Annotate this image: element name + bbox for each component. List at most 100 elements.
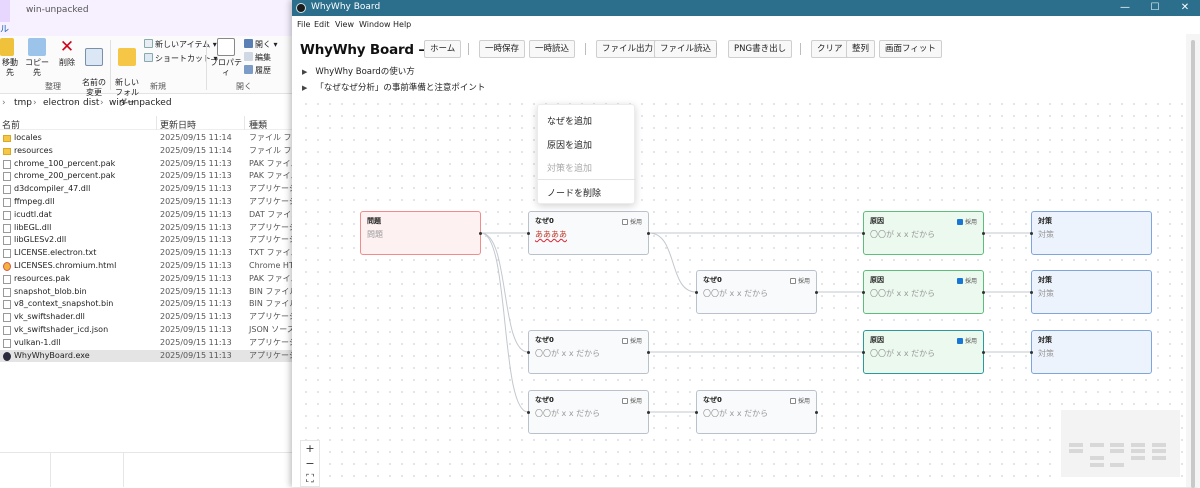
connection-handle[interactable] <box>695 411 698 414</box>
menu-edit[interactable]: Edit <box>314 20 330 29</box>
node-text[interactable]: 〇〇が x x だから <box>870 288 935 299</box>
fit-view-button[interactable]: ⛶ <box>301 471 319 486</box>
node-cause-3[interactable]: 原因 採用 〇〇が x x だから <box>862 330 985 374</box>
connection-handle[interactable] <box>647 351 650 354</box>
node-text[interactable]: 〇〇が x x だから <box>535 408 600 419</box>
connection-handle[interactable] <box>982 351 985 354</box>
file-row[interactable]: vulkan-1.dll2025/09/15 11:13アプリケーション拡張 <box>0 337 300 350</box>
file-row[interactable]: LICENSES.chromium.html 2025/09/15 11:13 Ch… <box>0 260 300 273</box>
connection-handle[interactable] <box>527 351 530 354</box>
breadcrumb-item[interactable]: dist <box>83 98 99 108</box>
help-section-usage[interactable]: ▶ WhyWhy Boardの使い方 <box>302 65 415 77</box>
connection-handle[interactable] <box>647 232 650 235</box>
delete-button[interactable]: ✕ 削除 <box>56 38 78 68</box>
file-row[interactable]: icudtl.dat 2025/09/15 11:13 DAT ファイル <box>0 209 300 222</box>
node-text[interactable]: 問題 <box>367 229 383 240</box>
ribbon-tab-fragment[interactable]: ル <box>0 22 9 35</box>
address-bar[interactable]: › tmp › electron › dist › win-unpacked <box>0 96 300 112</box>
properties-button[interactable]: プロパティ <box>210 38 242 78</box>
column-divider[interactable] <box>156 116 157 130</box>
connection-handle[interactable] <box>862 351 865 354</box>
node-counter-2[interactable]: 対策 対策 <box>1030 270 1152 314</box>
node-cause-2[interactable]: 原因 採用 〇〇が x x だから <box>862 270 985 314</box>
vertical-scrollbar[interactable] <box>1186 34 1200 488</box>
close-button[interactable]: ✕ <box>1170 0 1200 16</box>
zoom-in-button[interactable]: + <box>301 441 319 456</box>
connection-handle[interactable] <box>982 232 985 235</box>
node-counter-3[interactable]: 対策 対策 <box>1030 330 1152 374</box>
connection-handle[interactable] <box>1030 351 1033 354</box>
adopt-checkbox[interactable]: 採用 <box>621 336 642 345</box>
file-row[interactable]: chrome_200_percent.pak 2025/09/15 11:13 PA… <box>0 170 300 183</box>
column-header-date[interactable]: 更新日時 <box>160 118 196 131</box>
adopt-checkbox[interactable]: 採用 <box>621 396 642 405</box>
column-divider[interactable] <box>244 116 245 130</box>
adopt-checkbox[interactable]: 採用 <box>789 276 810 285</box>
move-to-button[interactable]: 移動先 <box>0 38 20 78</box>
file-row[interactable]: snapshot_blob.bin 2025/09/15 11:13 BIN ファイ… <box>0 286 300 299</box>
file-row[interactable]: d3dcompiler_47.dll2025/09/15 11:13アプリケーシ… <box>0 183 300 196</box>
connection-handle[interactable] <box>982 291 985 294</box>
node-problem[interactable]: 問題 問題 <box>360 211 482 255</box>
breadcrumb-item[interactable]: win-unpacked <box>109 98 172 108</box>
edit-button[interactable]: 編集 <box>244 52 271 63</box>
file-export-button[interactable]: ファイル出力 <box>596 40 660 58</box>
adopt-checkbox[interactable]: 採用 <box>789 396 810 405</box>
menu-item-add-counter[interactable]: 対策を追加 <box>547 161 592 174</box>
menu-item-add-cause[interactable]: 原因を追加 <box>547 138 592 151</box>
connection-handle[interactable] <box>479 232 482 235</box>
connection-handle[interactable] <box>1030 232 1033 235</box>
board-canvas[interactable]: 問題 問題 なぜ0 採用 ああああ なぜ0 採用 〇〇が x x だから なぜ0… <box>300 98 1186 487</box>
connection-handle[interactable] <box>647 411 650 414</box>
node-text[interactable]: 〇〇が x x だから <box>703 408 768 419</box>
file-row[interactable]: vk_swiftshader.dll2025/09/15 11:13アプリケーシ… <box>0 311 300 324</box>
adopt-checkbox[interactable]: 採用 <box>956 276 977 285</box>
file-row[interactable]: vk_swiftshader_icd.json 2025/09/15 11:13 J… <box>0 324 300 337</box>
connection-handle[interactable] <box>815 291 818 294</box>
file-row[interactable]: ffmpeg.dll2025/09/15 11:13アプリケーション拡張 <box>0 196 300 209</box>
node-text[interactable]: 〇〇が x x だから <box>703 288 768 299</box>
file-import-button[interactable]: ファイル読込 <box>654 40 718 58</box>
menu-view[interactable]: View <box>335 20 354 29</box>
node-text[interactable]: ああああ <box>535 229 567 240</box>
arrange-button[interactable]: 整列 <box>846 40 876 58</box>
minimap[interactable] <box>1061 410 1180 477</box>
node-why-2[interactable]: なぜ0 採用 〇〇が x x だから <box>695 270 818 314</box>
connection-handle[interactable] <box>527 232 530 235</box>
temp-save-button[interactable]: 一時保存 <box>479 40 526 58</box>
temp-load-button[interactable]: 一時読込 <box>529 40 576 58</box>
breadcrumb-item[interactable]: tmp <box>14 98 32 108</box>
node-text[interactable]: 〇〇が x x だから <box>870 229 935 240</box>
connection-handle[interactable] <box>695 291 698 294</box>
file-row[interactable]: WhyWhyBoard.exe2025/09/15 11:13アプリケーション <box>0 349 300 363</box>
adopt-checkbox[interactable]: 採用 <box>621 217 642 226</box>
menu-item-add-why[interactable]: なぜを追加 <box>547 114 592 127</box>
menu-window[interactable]: Window <box>359 20 391 29</box>
file-row[interactable]: locales2025/09/15 11:14ファイル フォルダー <box>0 132 300 145</box>
maximize-button[interactable]: ☐ <box>1140 0 1170 16</box>
node-why-1[interactable]: なぜ0 採用 ああああ <box>527 211 650 255</box>
node-text[interactable]: 〇〇が x x だから <box>535 348 600 359</box>
menu-item-delete-node[interactable]: ノードを削除 <box>547 186 601 199</box>
node-text[interactable]: 〇〇が x x だから <box>870 348 935 359</box>
column-header-type[interactable]: 種類 <box>249 118 267 131</box>
node-why-3[interactable]: なぜ0 採用 〇〇が x x だから <box>527 330 650 374</box>
help-section-preparation[interactable]: ▶ 「なぜなぜ分析」の事前準備と注意ポイント <box>302 81 485 93</box>
node-counter-1[interactable]: 対策 対策 <box>1030 211 1152 255</box>
node-why-4[interactable]: なぜ0 採用 〇〇が x x だから <box>527 390 650 434</box>
fit-screen-button[interactable]: 画面フィット <box>879 40 942 58</box>
home-button[interactable]: ホーム <box>424 40 462 58</box>
connection-handle[interactable] <box>815 411 818 414</box>
scrollbar-thumb[interactable] <box>1191 40 1195 488</box>
connection-handle[interactable] <box>862 291 865 294</box>
connection-handle[interactable] <box>527 411 530 414</box>
file-row[interactable]: resources2025/09/15 11:14ファイル フォルダー <box>0 145 300 158</box>
file-row[interactable]: v8_context_snapshot.bin 2025/09/15 11:13 B… <box>0 298 300 311</box>
zoom-out-button[interactable]: − <box>301 456 319 471</box>
file-row[interactable]: libGLESv2.dll2025/09/15 11:13アプリケーション拡張 <box>0 234 300 247</box>
adopt-checkbox[interactable]: 採用 <box>956 217 977 226</box>
file-row[interactable]: chrome_100_percent.pak 2025/09/15 11:13 PA… <box>0 158 300 171</box>
copy-to-button[interactable]: コピー先 <box>24 38 50 78</box>
node-text[interactable]: 対策 <box>1038 229 1054 240</box>
minimize-button[interactable]: — <box>1110 0 1140 16</box>
